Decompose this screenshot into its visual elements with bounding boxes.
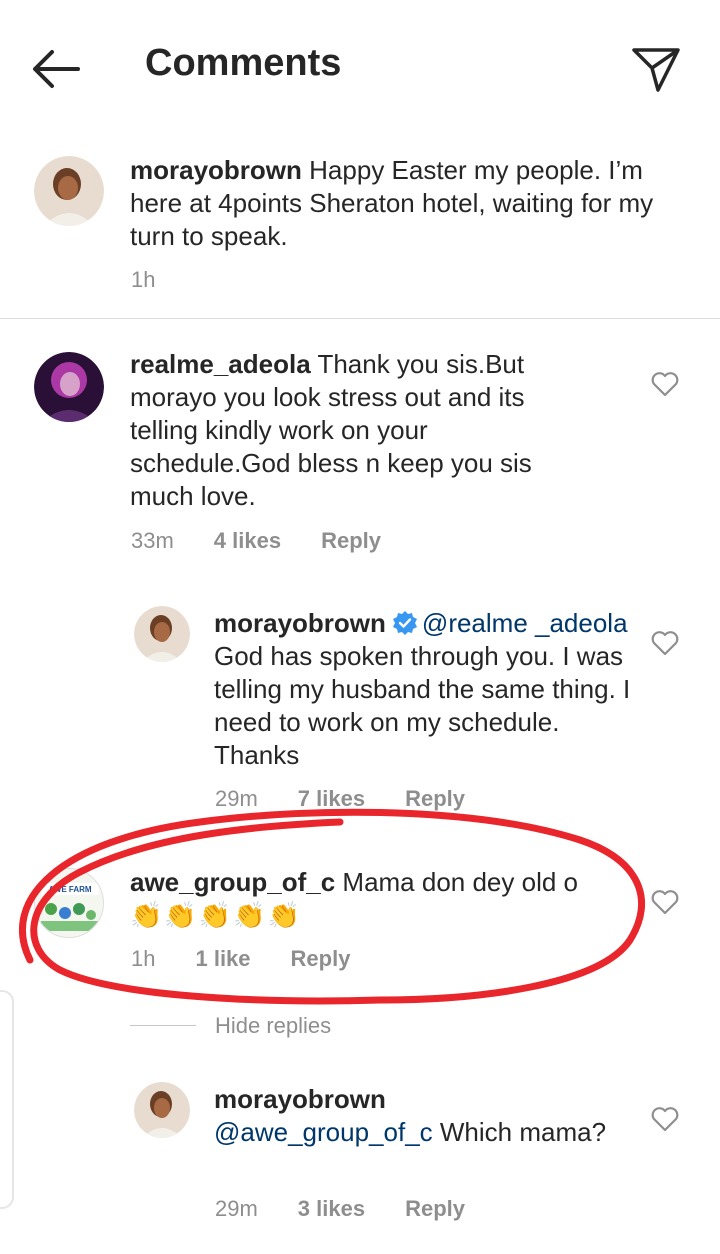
reply-1-text: morayobrown @realme _adeola God has spoke… bbox=[214, 607, 634, 772]
caption-username[interactable]: morayobrown bbox=[130, 155, 302, 185]
comment-1-username[interactable]: realme_adeola bbox=[130, 349, 311, 379]
avatar-morayobrown-reply[interactable] bbox=[134, 606, 190, 662]
reply-2-mention[interactable]: @awe_group_of_c bbox=[214, 1117, 433, 1147]
comment-1-text: realme_adeola Thank you sis.But morayo y… bbox=[130, 348, 550, 513]
comment-2-body: Mama don dey old o bbox=[342, 867, 578, 897]
reply-1-username[interactable]: morayobrown bbox=[214, 608, 386, 638]
reply-2-reply-button[interactable]: Reply bbox=[405, 1196, 465, 1222]
floating-panel-edge bbox=[0, 990, 14, 1209]
send-direct-icon[interactable] bbox=[630, 44, 682, 94]
caption-text: morayobrown Happy Easter my people. I’m … bbox=[130, 154, 670, 253]
comment-2-time: 1h bbox=[131, 946, 156, 971]
like-heart-icon[interactable] bbox=[651, 630, 679, 656]
divider bbox=[0, 318, 720, 319]
comment-1-meta: 33m 4 likes Reply bbox=[131, 528, 421, 554]
header: Comments bbox=[0, 0, 720, 140]
like-heart-icon[interactable] bbox=[651, 371, 679, 397]
back-arrow-icon[interactable] bbox=[30, 48, 82, 90]
reply-1-meta: 29m 7 likes Reply bbox=[215, 786, 505, 812]
comment-2-text: awe_group_of_c Mama don dey old o 👏👏👏👏👏 bbox=[130, 866, 610, 932]
comment-1-time: 33m bbox=[131, 528, 174, 553]
caption-time: 1h bbox=[131, 267, 156, 292]
like-heart-icon[interactable] bbox=[651, 889, 679, 915]
reply-2-likes[interactable]: 3 likes bbox=[298, 1196, 365, 1222]
avatar-morayobrown-reply-2[interactable] bbox=[134, 1082, 190, 1138]
reply-2-time: 29m bbox=[215, 1196, 258, 1221]
avatar-awe-logo-text: AWE FARM bbox=[48, 885, 91, 894]
reply-1-reply-button[interactable]: Reply bbox=[405, 786, 465, 812]
comment-1-reply-button[interactable]: Reply bbox=[321, 528, 381, 554]
reply-1-mention[interactable]: @realme _adeola bbox=[422, 608, 628, 638]
reply-1-time: 29m bbox=[215, 786, 258, 811]
hide-replies-button[interactable]: Hide replies bbox=[215, 1013, 331, 1039]
page-title: Comments bbox=[145, 42, 342, 84]
comment-2-username[interactable]: awe_group_of_c bbox=[130, 867, 335, 897]
like-heart-icon[interactable] bbox=[651, 1106, 679, 1132]
reply-2-username[interactable]: morayobrown bbox=[214, 1084, 386, 1114]
reply-1-likes[interactable]: 7 likes bbox=[298, 786, 365, 812]
avatar-awe-group[interactable]: AWE FARM bbox=[34, 868, 104, 938]
avatar-realme-adeola[interactable] bbox=[34, 352, 104, 422]
comment-2-reply-button[interactable]: Reply bbox=[291, 946, 351, 972]
comment-1-likes[interactable]: 4 likes bbox=[214, 528, 281, 554]
reply-1-body: God has spoken through you. I was tellin… bbox=[214, 641, 631, 770]
reply-2-body: Which mama? bbox=[439, 1117, 607, 1147]
comment-2-likes[interactable]: 1 like bbox=[195, 946, 250, 972]
caption-meta: 1h bbox=[131, 267, 195, 293]
comment-2-meta: 1h 1 like Reply bbox=[131, 946, 390, 972]
avatar-morayobrown[interactable] bbox=[34, 156, 104, 226]
reply-2-text: morayobrown @awe_group_of_c Which mama? bbox=[214, 1083, 614, 1149]
clap-emojis: 👏👏👏👏👏 bbox=[130, 900, 302, 930]
verified-badge-icon bbox=[392, 611, 417, 635]
hide-replies-line bbox=[130, 1025, 196, 1026]
reply-2-meta: 29m 3 likes Reply bbox=[215, 1196, 505, 1222]
